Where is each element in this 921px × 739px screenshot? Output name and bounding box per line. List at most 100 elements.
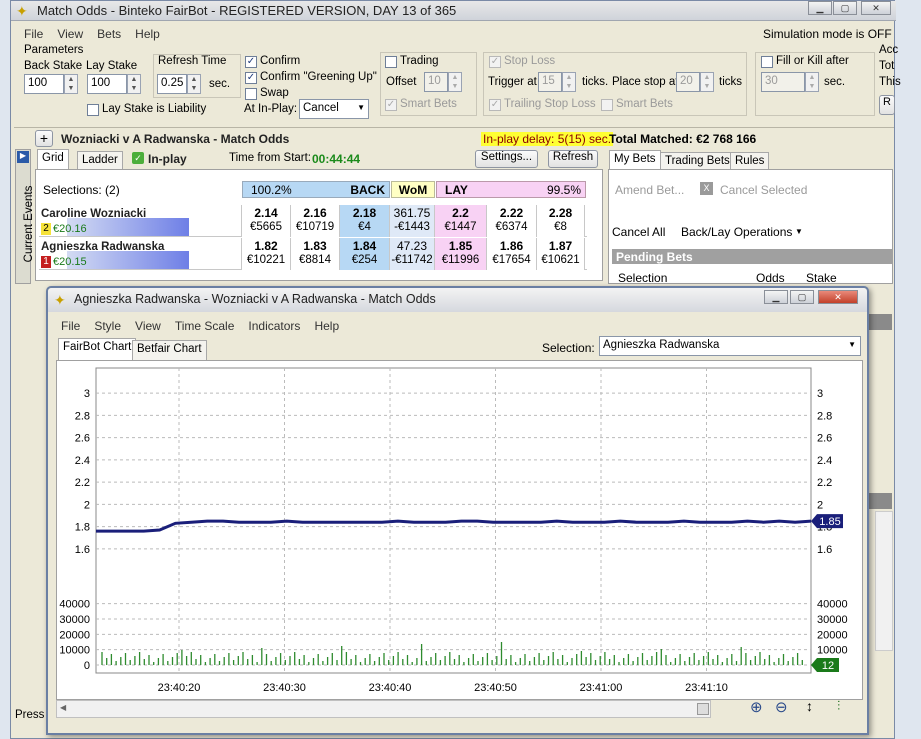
offset-input[interactable]: 10 bbox=[424, 72, 448, 92]
place-stop-input[interactable]: 20 bbox=[676, 72, 700, 92]
fok-checkbox[interactable] bbox=[761, 56, 773, 68]
selection-label: Selection: bbox=[542, 341, 595, 355]
current-events-panel[interactable]: ▶ Current Events bbox=[15, 149, 35, 284]
tab-grid[interactable]: Grid bbox=[37, 149, 69, 169]
offset-stepper[interactable]: ▲ ▼ bbox=[448, 72, 462, 92]
trigger-stepper[interactable]: ▲ ▼ bbox=[562, 72, 576, 92]
lay-price-cell[interactable]: 1.87 €10621 bbox=[537, 238, 585, 270]
wom-cell: 361.75 -€1443 bbox=[390, 205, 435, 237]
confirm-checkbox[interactable]: ✓ bbox=[245, 56, 257, 68]
volume-tick-label-left: 40000 bbox=[59, 599, 90, 611]
swap-label: Swap bbox=[260, 87, 289, 99]
back-price-cell[interactable]: 1.82 €10221 bbox=[241, 238, 291, 270]
menu-bets[interactable]: Bets bbox=[90, 24, 128, 44]
amount: €1447 bbox=[444, 221, 477, 233]
chart-menu-time-scale[interactable]: Time Scale bbox=[168, 316, 242, 336]
menu-file[interactable]: File bbox=[17, 24, 50, 44]
x-tick-label: 23:41:10 bbox=[685, 682, 728, 694]
backlay-operations-button[interactable]: Back/Lay Operations bbox=[681, 225, 792, 239]
scroll-thumb[interactable] bbox=[697, 703, 709, 715]
chart-menu-file[interactable]: File bbox=[54, 316, 87, 336]
price-chart[interactable]: 23:40:20 23:40:30 23:40:40 23:40:50 23:41:00… bbox=[56, 360, 863, 700]
back-price-cell[interactable]: 2.16 €10719 bbox=[291, 205, 340, 237]
inplay-select[interactable]: Cancel ▼ bbox=[299, 99, 369, 119]
stop-loss-checkbox[interactable]: ✓ bbox=[489, 56, 501, 68]
volume-toggle-icon[interactable]: ⫶ bbox=[837, 698, 840, 714]
minimize-button[interactable]: ▁ bbox=[808, 1, 832, 15]
list-header bbox=[868, 493, 892, 509]
volume-tick-label-left: 0 bbox=[84, 660, 90, 672]
tab-my-bets[interactable]: My Bets bbox=[609, 150, 661, 170]
lay-price-cell[interactable]: 1.86 €17654 bbox=[487, 238, 537, 270]
chart-maximize-button[interactable]: ▢ bbox=[790, 290, 814, 304]
chart-menu-view[interactable]: View bbox=[128, 316, 168, 336]
fok-input[interactable]: 30 bbox=[761, 72, 805, 92]
selection-select[interactable]: Agnieszka Radwanska ▼ bbox=[599, 336, 861, 356]
back-price-cell[interactable]: 1.84 €254 bbox=[340, 238, 390, 270]
lay-liability-checkbox[interactable] bbox=[87, 104, 99, 116]
trigger-input[interactable]: 15 bbox=[538, 72, 562, 92]
menu-view[interactable]: View bbox=[50, 24, 90, 44]
fit-vertical-icon[interactable]: ↕ bbox=[806, 698, 813, 714]
refresh-time-input[interactable]: 0.25 bbox=[157, 74, 187, 94]
lay-stake-stepper[interactable]: ▲ ▼ bbox=[127, 74, 141, 94]
chart-close-button[interactable]: ✕ bbox=[818, 290, 858, 304]
place-stop-stepper[interactable]: ▲ ▼ bbox=[700, 72, 714, 92]
zoom-out-icon[interactable]: ⊖ bbox=[775, 698, 788, 716]
settings-button[interactable]: Settings... bbox=[475, 150, 538, 168]
scroll-left-icon[interactable]: ◀ bbox=[60, 703, 66, 712]
chart-menu-help[interactable]: Help bbox=[307, 316, 346, 336]
smart-bets2-checkbox[interactable] bbox=[601, 99, 613, 111]
tab-betfair-chart[interactable]: Betfair Chart bbox=[132, 340, 207, 360]
back-price-cell[interactable]: 2.14 €5665 bbox=[241, 205, 291, 237]
chart-scrollbar[interactable]: ◀ bbox=[56, 700, 711, 718]
refresh-button[interactable]: Refresh bbox=[548, 150, 598, 168]
lay-price-cell[interactable]: 2.22 €6374 bbox=[487, 205, 537, 237]
trailing-stop-checkbox[interactable]: ✓ bbox=[489, 99, 501, 111]
maximize-button[interactable]: ▢ bbox=[833, 1, 857, 15]
tab-rules[interactable]: Rules bbox=[730, 152, 770, 170]
trading-checkbox[interactable] bbox=[385, 56, 397, 68]
y-tick-label-right: 2.2 bbox=[817, 477, 832, 489]
volume-tick-label-right: 20000 bbox=[817, 629, 848, 641]
y-tick-label-left: 2.8 bbox=[75, 410, 90, 422]
back-stake-input[interactable]: 100 bbox=[24, 74, 64, 94]
lay-price-cell[interactable]: 2.28 €8 bbox=[537, 205, 585, 237]
fok-stepper[interactable]: ▲ ▼ bbox=[805, 72, 819, 92]
menu-help[interactable]: Help bbox=[128, 24, 167, 44]
chart-menu-indicators[interactable]: Indicators bbox=[241, 316, 307, 336]
tab-ladder[interactable]: Ladder bbox=[77, 151, 123, 169]
tab-fairbot-chart[interactable]: FairBot Chart bbox=[58, 338, 137, 360]
lay-price-cell[interactable]: 2.2 €1447 bbox=[435, 205, 487, 237]
amount: €5665 bbox=[250, 221, 282, 233]
inplay-label: In-play bbox=[148, 152, 187, 166]
refresh-time-stepper[interactable]: ▲ ▼ bbox=[187, 74, 201, 94]
grid-rows: Caroline Wozniacki 2 €20.16 2.14 €5665 2.16 €1… bbox=[39, 205, 587, 271]
swap-checkbox[interactable] bbox=[245, 88, 257, 100]
amount: €11996 bbox=[441, 254, 480, 266]
chart-minimize-button[interactable]: ▁ bbox=[764, 290, 788, 304]
tab-trading-bets[interactable]: Trading Bets bbox=[660, 152, 735, 170]
bets-scrollbar[interactable] bbox=[875, 511, 893, 651]
back-price-cell[interactable]: 2.18 €4 bbox=[340, 205, 390, 237]
back-price-cell[interactable]: 1.83 €8814 bbox=[291, 238, 340, 270]
runner-name[interactable]: Agnieszka Radwanska bbox=[41, 241, 164, 253]
runner-name[interactable]: Caroline Wozniacki bbox=[41, 208, 146, 220]
add-button[interactable]: + bbox=[35, 130, 53, 147]
total-matched: Total Matched: €2 768 166 bbox=[609, 132, 757, 146]
back-stake-stepper[interactable]: ▲ ▼ bbox=[64, 74, 78, 94]
y-tick-label-left: 2 bbox=[84, 499, 90, 511]
expand-icon[interactable]: ▶ bbox=[17, 151, 29, 163]
price: 2.18 bbox=[352, 206, 377, 220]
chart-menu-style[interactable]: Style bbox=[87, 316, 128, 336]
account-refresh-button[interactable]: R bbox=[879, 95, 895, 115]
confirm-greening-checkbox[interactable]: ✓ bbox=[245, 72, 257, 84]
cancel-all-button[interactable]: Cancel All bbox=[612, 225, 665, 239]
zoom-in-icon[interactable]: ⊕ bbox=[750, 698, 763, 716]
lay-price-cell[interactable]: 1.85 €11996 bbox=[435, 238, 487, 270]
cancel-selected-button[interactable]: Cancel Selected bbox=[720, 183, 807, 197]
amend-bet-button[interactable]: Amend Bet... bbox=[615, 183, 684, 197]
smart-bets-checkbox[interactable]: ✓ bbox=[385, 99, 397, 111]
close-button[interactable]: ✕ bbox=[861, 1, 891, 15]
lay-stake-input[interactable]: 100 bbox=[87, 74, 127, 94]
